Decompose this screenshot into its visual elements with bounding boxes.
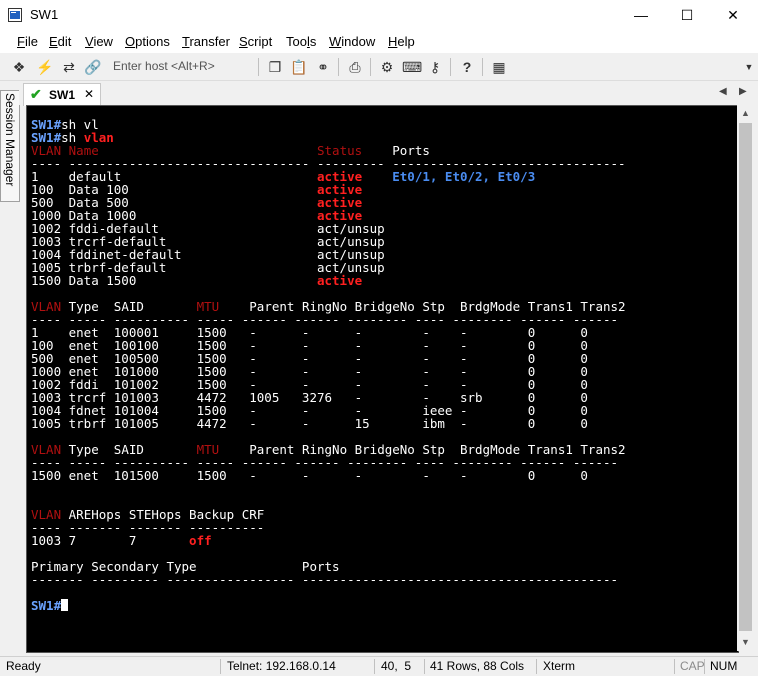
quick-connect-lightning-icon[interactable]: ⚡ <box>36 58 54 76</box>
status-divider <box>424 659 425 674</box>
disconnect-link-icon[interactable]: 🔗 <box>84 58 102 76</box>
terminal-area[interactable]: SW1#sh vl SW1#sh vlan VLAN Name Status P… <box>26 105 739 653</box>
menu-file[interactable]: File <box>17 34 38 49</box>
reconnect-icon[interactable]: ⇄ <box>60 58 78 76</box>
connect-icon[interactable]: ❖ <box>10 58 28 76</box>
status-divider <box>674 659 675 674</box>
menu-options[interactable]: Options <box>125 34 170 49</box>
find-binoculars-icon[interactable]: ⚭ <box>314 58 332 76</box>
status-connection: Telnet: 192.168.0.14 <box>227 659 336 673</box>
connected-check-icon: ✔ <box>30 86 42 102</box>
copy-icon[interactable]: ❐ <box>266 58 284 76</box>
scrollbar-thumb[interactable] <box>739 123 752 631</box>
menu-script[interactable]: Script <box>239 34 272 49</box>
terminal-output: SW1#sh vl SW1#sh vlan VLAN Name Status P… <box>31 117 626 613</box>
status-divider <box>704 659 705 674</box>
status-divider <box>220 659 221 674</box>
status-divider <box>536 659 537 674</box>
toolbar-divider <box>370 58 371 76</box>
status-divider <box>374 659 375 674</box>
help-question-icon[interactable]: ? <box>458 58 476 76</box>
status-caps-lock: CAP <box>680 659 705 673</box>
window-title: SW1 <box>30 7 59 22</box>
key-agent-icon[interactable]: ⚷ <box>426 58 444 76</box>
tab-close-icon[interactable]: ✕ <box>84 87 94 101</box>
toolbar-divider <box>450 58 451 76</box>
menu-window[interactable]: Window <box>329 34 375 49</box>
close-icon: ✕ <box>727 7 739 23</box>
tab-sw1[interactable]: ✔ SW1 ✕ <box>23 83 101 106</box>
toolbar-divider <box>338 58 339 76</box>
toolbar: ❖ ⚡ ⇄ 🔗 Enter host <Alt+R> ❐ 📋 ⚭ ⎙ ⚙ ⌨ ⚷… <box>0 53 758 81</box>
maximize-icon: ☐ <box>680 7 694 23</box>
minimize-icon: — <box>634 7 648 23</box>
securecrt-app-icon <box>8 8 22 22</box>
status-terminal-size: 41 Rows, 88 Cols <box>430 659 525 673</box>
status-cursor-position: 40, 5 <box>381 659 412 673</box>
minimize-button[interactable]: — <box>618 0 664 31</box>
session-manager-tab[interactable]: Session Manager <box>0 90 20 202</box>
sftp-icon[interactable]: ▦ <box>490 58 508 76</box>
menu-edit[interactable]: Edit <box>49 34 71 49</box>
title-bar: SW1 — ☐ ✕ <box>0 0 758 31</box>
menu-bar: File Edit View Options Transfer Script Tools Wi… <box>0 31 758 53</box>
toolbar-divider <box>482 58 483 76</box>
menu-transfer[interactable]: Transfer <box>182 34 230 49</box>
tab-scroll-right-icon[interactable]: ▶ <box>739 86 747 97</box>
print-icon[interactable]: ⎙ <box>346 58 364 76</box>
scroll-up-arrow-icon[interactable]: ▲ <box>737 105 754 122</box>
paste-clipboard-icon[interactable]: 📋 <box>290 58 308 76</box>
close-button[interactable]: ✕ <box>710 0 756 31</box>
toolbar-overflow-chevron-icon[interactable]: ▼ <box>740 58 758 76</box>
tab-scroll-left-icon[interactable]: ◀ <box>719 86 727 97</box>
status-emulation: Xterm <box>543 659 576 673</box>
status-bar: Ready Telnet: 192.168.0.14 40, 5 41 Rows… <box>0 656 758 676</box>
status-ready: Ready <box>6 659 41 673</box>
scroll-down-arrow-icon[interactable]: ▼ <box>737 634 754 651</box>
menu-tools[interactable]: Tools <box>286 34 316 49</box>
menu-view[interactable]: View <box>85 34 113 49</box>
status-num-lock: NUM <box>710 659 738 673</box>
keymap-keyboard-icon[interactable]: ⌨ <box>402 58 422 76</box>
terminal-scrollbar[interactable]: ▲ ▼ <box>737 105 754 651</box>
toolbar-divider <box>258 58 259 76</box>
menu-help[interactable]: Help <box>388 34 415 49</box>
settings-gear-icon[interactable]: ⚙ <box>378 58 396 76</box>
enter-host-field[interactable]: Enter host <Alt+R> <box>113 59 215 73</box>
session-manager-label: Session Manager <box>3 93 17 187</box>
tab-strip: ✔ SW1 ✕ ◀ ▶ <box>19 82 758 106</box>
terminal-cursor <box>61 599 69 611</box>
session-manager-panel: Session Manager <box>0 82 20 657</box>
maximize-button[interactable]: ☐ <box>664 0 710 31</box>
tab-label: SW1 <box>49 88 76 102</box>
